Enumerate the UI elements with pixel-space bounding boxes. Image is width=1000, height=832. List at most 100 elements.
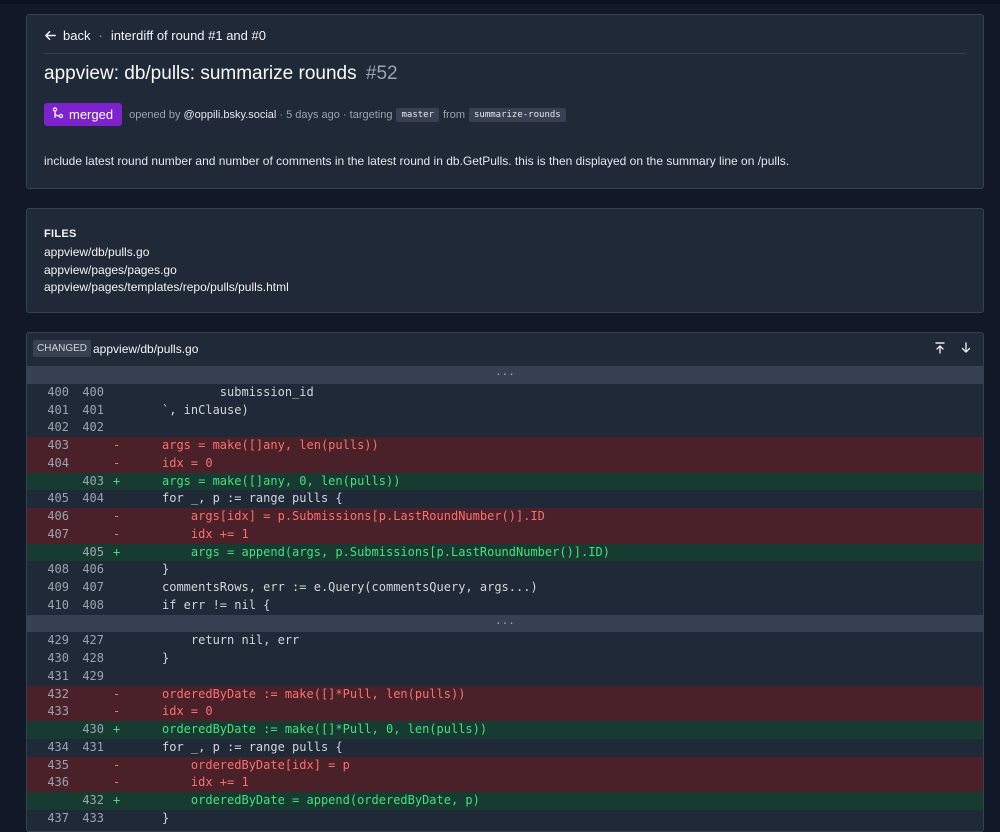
code-text: idx = 0 bbox=[162, 455, 213, 470]
old-line-number: 402 bbox=[47, 420, 69, 435]
diff-hunk-separator[interactable]: ··· bbox=[27, 614, 983, 633]
collapse-up-icon[interactable] bbox=[933, 341, 947, 355]
diff-sign: + bbox=[113, 793, 121, 807]
diff-line-removed: 404 - idx = 0 bbox=[27, 454, 983, 473]
separator-dot: · bbox=[98, 28, 103, 43]
code-text: submission_id bbox=[162, 384, 314, 399]
new-line-number: 427 bbox=[82, 633, 104, 648]
new-line-number: 404 bbox=[82, 491, 104, 506]
code-text: orderedByDate = append(orderedByDate, p) bbox=[162, 793, 480, 807]
diff-line-context: 430 428} bbox=[27, 650, 983, 668]
old-line-number: 404 bbox=[47, 455, 69, 470]
diff-sign: + bbox=[113, 473, 121, 488]
new-line-number: 428 bbox=[82, 651, 104, 665]
diff-line-added: 403 + args = make([]any, 0, len(pulls)) bbox=[27, 472, 983, 491]
old-line-number: 435 bbox=[47, 757, 69, 772]
diff-line-context: 408 406} bbox=[27, 561, 983, 579]
back-label: back bbox=[63, 28, 91, 43]
code-text: } bbox=[162, 651, 170, 665]
diff-sign: - bbox=[113, 686, 121, 701]
pull-title: appview: db/pulls: summarize rounds bbox=[44, 63, 357, 84]
diff-sign: - bbox=[113, 509, 121, 523]
files-card: FILES appview/db/pulls.go appview/pages/… bbox=[26, 208, 984, 313]
diff-sign: - bbox=[113, 438, 121, 452]
diff-hunk-separator[interactable]: ··· bbox=[27, 366, 983, 384]
new-line-number: 432 bbox=[82, 793, 104, 807]
file-link[interactable]: appview/pages/templates/repo/pulls/pulls… bbox=[44, 279, 289, 297]
code-text: if err != nil { bbox=[162, 597, 271, 612]
diff-line-added: 432 + orderedByDate = append(orderedByDat… bbox=[27, 792, 983, 810]
code-text: `, inClause) bbox=[162, 402, 249, 417]
breadcrumb: back · interdiff of round #1 and #0 bbox=[44, 28, 266, 43]
code-text: commentsRows, err := e.Query(commentsQue… bbox=[162, 580, 538, 594]
pull-description: include latest round number and number o… bbox=[44, 154, 790, 168]
page-title: appview: db/pulls: summarize rounds #52 bbox=[44, 63, 398, 85]
divider bbox=[44, 53, 966, 54]
file-link[interactable]: appview/db/pulls.go bbox=[44, 244, 289, 262]
pull-meta: merged opened by @oppili.bsky.social · 5… bbox=[44, 103, 570, 126]
target-branch[interactable]: master bbox=[396, 107, 439, 122]
arrow-down-icon[interactable] bbox=[959, 341, 973, 355]
file-link[interactable]: appview/pages/pages.go bbox=[44, 262, 289, 280]
code-text: args = make([]any, len(pulls)) bbox=[162, 438, 379, 452]
source-branch[interactable]: summarize-rounds bbox=[469, 107, 566, 122]
code-text: orderedByDate := make([]*Pull, len(pulls… bbox=[162, 686, 466, 701]
diff-line-removed: 407 - idx += 1 bbox=[27, 525, 983, 544]
old-line-number: 407 bbox=[47, 526, 69, 541]
diff-sign: - bbox=[113, 526, 121, 541]
new-line-number: 430 bbox=[82, 722, 104, 736]
diff-sign: + bbox=[113, 544, 121, 559]
old-line-number: 408 bbox=[47, 562, 69, 577]
old-line-number: 403 bbox=[47, 438, 69, 452]
code-text: for _, p := range pulls { bbox=[162, 491, 343, 506]
top-border bbox=[0, 0, 1000, 4]
back-link[interactable]: back bbox=[44, 28, 90, 43]
new-line-number: 408 bbox=[82, 597, 104, 612]
expand-ellipsis[interactable]: ··· bbox=[495, 368, 515, 381]
code-text: idx += 1 bbox=[162, 526, 249, 541]
pull-number: #52 bbox=[365, 63, 398, 84]
diff-sign: + bbox=[113, 722, 121, 736]
old-line-number: 436 bbox=[47, 775, 69, 790]
diff-header: CHANGED appview/db/pulls.go bbox=[27, 333, 983, 365]
old-line-number: 405 bbox=[47, 491, 69, 506]
code-text: orderedByDate[idx] = p bbox=[162, 757, 350, 772]
opened-by-label: opened by bbox=[129, 108, 181, 121]
diff-sign: - bbox=[113, 775, 121, 790]
diff-file-name[interactable]: appview/db/pulls.go bbox=[93, 342, 198, 356]
old-line-number: 410 bbox=[47, 597, 69, 612]
diff-line-context: 434 431 for _, p := range pulls { bbox=[27, 738, 983, 757]
code-text: } bbox=[162, 810, 170, 825]
diff-line-removed: 406 - args[idx] = p.Submissions[p.LastRou… bbox=[27, 508, 983, 526]
git-merge-icon bbox=[52, 107, 64, 122]
diff-line-removed: 432 - orderedByDate := make([]*Pull, len(p… bbox=[27, 685, 983, 704]
code-text: args = make([]any, 0, len(pulls)) bbox=[162, 473, 401, 488]
pull-header-card: back · interdiff of round #1 and #0 appv… bbox=[26, 14, 984, 189]
code-text: idx = 0 bbox=[162, 704, 213, 719]
status-label: merged bbox=[69, 107, 114, 122]
old-line-number: 434 bbox=[47, 739, 69, 754]
diff-sign: - bbox=[113, 455, 121, 470]
old-line-number: 437 bbox=[47, 810, 69, 825]
new-line-number: 433 bbox=[82, 810, 104, 825]
new-line-number: 431 bbox=[82, 739, 104, 754]
old-line-number: 400 bbox=[47, 384, 69, 399]
new-line-number: 406 bbox=[82, 562, 104, 577]
old-line-number: 433 bbox=[47, 704, 69, 719]
new-line-number: 403 bbox=[82, 473, 104, 488]
diff-line-removed: 403 - args = make([]any, len(pulls)) bbox=[27, 437, 983, 455]
code-text: args = append(args, p.Submissions[p.Last… bbox=[162, 544, 610, 559]
code-text: return nil, err bbox=[162, 633, 300, 648]
new-line-number: 405 bbox=[82, 544, 104, 559]
expand-ellipsis[interactable]: ··· bbox=[495, 617, 515, 630]
diff-line-context: 405 404 for _, p := range pulls { bbox=[27, 490, 983, 508]
diff-lines: ··· 400 400 submission_id 401 401 `, inClause… bbox=[27, 366, 983, 828]
diff-line-context: 410 408 if err != nil { bbox=[27, 596, 983, 615]
author-link[interactable]: @oppili.bsky.social bbox=[183, 109, 276, 121]
files-heading: FILES bbox=[44, 228, 77, 240]
diff-line-added: 430 + orderedByDate := make([]*Pull, 0, le… bbox=[27, 721, 983, 739]
from-label: from bbox=[443, 108, 465, 121]
old-line-number: 409 bbox=[47, 580, 69, 594]
diff-line-context: 431 429 bbox=[27, 667, 983, 686]
diff-card: CHANGED appview/db/pulls.go ··· 400 400 su… bbox=[26, 332, 984, 832]
